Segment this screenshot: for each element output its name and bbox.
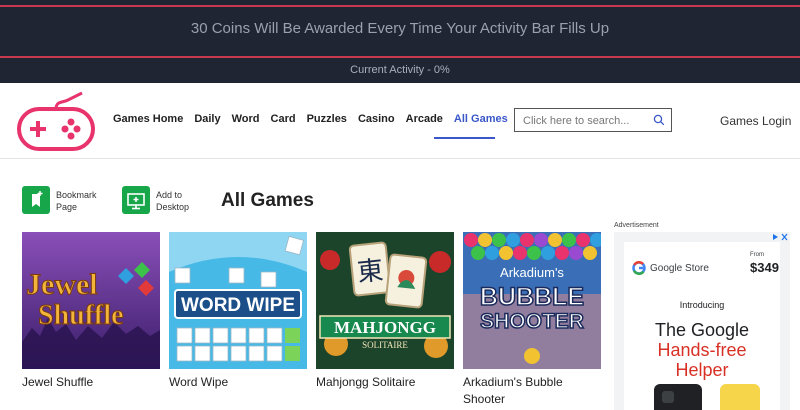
ad-label: Advertisement	[614, 222, 659, 229]
nav-daily[interactable]: Daily	[194, 113, 220, 125]
ad-phone-image	[654, 384, 702, 410]
bookmark-label[interactable]: Bookmark Page	[56, 189, 97, 213]
coins-message: 30 Coins Will Be Awarded Every Time Your…	[190, 20, 610, 37]
jewel-shuffle-art-subtitle: Shuffle	[38, 300, 124, 331]
desktop-icon	[127, 193, 145, 210]
bubble-shooter-art-brand: Arkadium's	[500, 265, 564, 280]
bookmark-label-line2: Page	[56, 202, 78, 212]
ad-headline-line2: Hands-free	[657, 340, 747, 360]
jewel-shuffle-art-title: Jewel	[26, 268, 98, 301]
google-g-icon	[632, 261, 646, 275]
nav-active-indicator	[434, 137, 495, 139]
game-name[interactable]: Mahjongg Solitaire	[316, 374, 456, 391]
ad-choices-icon[interactable]	[772, 233, 788, 241]
search-input[interactable]: Click here to search...	[514, 108, 672, 132]
ad-headline-line1: The Google	[654, 320, 750, 340]
nav-puzzles[interactable]: Puzzles	[307, 113, 347, 125]
jewel-shuffle-artwork: Jewel Shuffle	[22, 232, 160, 369]
search-placeholder: Click here to search...	[523, 115, 630, 127]
nav-links: Games Home Daily Word Card Puzzles Casin…	[113, 113, 519, 125]
gamepad-logo-icon[interactable]	[16, 91, 96, 151]
ad-card[interactable]: Google Store From $349 Introducing The G…	[624, 242, 780, 410]
game-name[interactable]: Word Wipe	[169, 374, 309, 391]
bubble-shooter-artwork: Arkadium's BUBBLE SHOOTER	[463, 232, 601, 369]
ad-from-label: From	[750, 252, 764, 258]
page-title: All Games	[221, 190, 314, 211]
desktop-label-line2: Desktop	[156, 202, 190, 212]
main-nav: Games Home Daily Word Card Puzzles Casin…	[0, 83, 800, 159]
game-name[interactable]: Jewel Shuffle	[22, 374, 162, 391]
game-tile-word-wipe[interactable]: WORD WIPE	[169, 232, 307, 369]
bubble-shooter-art-title: BUBBLE	[480, 283, 584, 311]
mahjongg-art-title: MAHJONGG	[334, 318, 436, 337]
ad-store-name: Google Store	[650, 263, 709, 274]
bookmark-button[interactable]	[22, 186, 50, 214]
game-tile-mahjongg-solitaire[interactable]: 東 MAHJONGG SOLITAIRE	[316, 232, 454, 369]
activity-status: Current Activity - 0%	[350, 64, 450, 76]
bookmark-label-line1: Bookmark	[56, 190, 97, 200]
add-to-desktop-button[interactable]	[122, 186, 150, 214]
mahjongg-art-subtitle: SOLITAIRE	[362, 340, 408, 350]
nav-all-games[interactable]: All Games	[454, 113, 508, 125]
game-tile-jewel-shuffle[interactable]: Jewel Shuffle	[22, 232, 160, 369]
advertisement[interactable]: Google Store From $349 Introducing The G…	[614, 232, 790, 410]
game-tile-bubble-shooter[interactable]: Arkadium's BUBBLE SHOOTER	[463, 232, 601, 369]
bubble-shooter-art-subtitle: SHOOTER	[480, 310, 584, 333]
nav-games-home[interactable]: Games Home	[113, 113, 183, 125]
activity-banner: 30 Coins Will Be Awarded Every Time Your…	[0, 0, 800, 83]
nav-word[interactable]: Word	[232, 113, 260, 125]
mahjongg-artwork: 東 MAHJONGG SOLITAIRE	[316, 232, 454, 369]
nav-arcade[interactable]: Arcade	[406, 113, 443, 125]
ad-headline-line3: Helper	[675, 360, 729, 380]
svg-text:東: 東	[356, 256, 385, 289]
nav-casino[interactable]: Casino	[358, 113, 395, 125]
search-icon[interactable]	[653, 114, 665, 126]
bookmark-icon	[32, 191, 43, 207]
activity-bar	[0, 56, 800, 58]
game-name[interactable]: Arkadium's Bubble Shooter	[463, 374, 603, 408]
banner-accent-line	[0, 5, 800, 7]
desktop-label-line1: Add to	[156, 190, 183, 200]
ad-price: $349	[750, 260, 779, 275]
word-wipe-art-title: WORD WIPE	[181, 295, 295, 316]
ad-phone-screen-image	[720, 384, 760, 410]
word-wipe-artwork: WORD WIPE	[169, 232, 307, 369]
ad-introducing: Introducing	[679, 300, 725, 310]
games-login-link[interactable]: Games Login	[720, 114, 791, 128]
add-to-desktop-label[interactable]: Add to Desktop	[156, 189, 189, 213]
nav-card[interactable]: Card	[271, 113, 296, 125]
